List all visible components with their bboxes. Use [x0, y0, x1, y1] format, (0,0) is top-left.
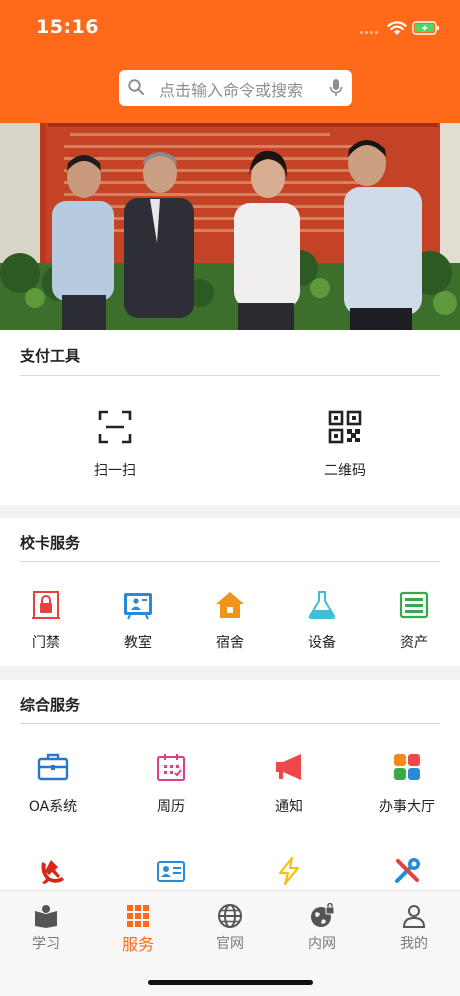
search-bar[interactable]: 点击输入命令或搜索 — [119, 70, 352, 106]
qrcode-label: 二维码 — [324, 463, 366, 479]
grid-apps-icon — [394, 754, 420, 780]
lock-icon — [32, 591, 60, 619]
tab-service[interactable]: 服务 — [92, 903, 184, 955]
banner-photo[interactable] — [0, 123, 460, 330]
tab-website[interactable]: 官网 — [184, 903, 276, 953]
party-emblem-icon — [41, 860, 64, 884]
tab-website-label: 官网 — [216, 936, 244, 952]
tab-study-label: 学习 — [32, 936, 60, 952]
dorm-house-icon — [216, 592, 244, 618]
service-hall-button[interactable]: 办事大厅 — [362, 752, 452, 816]
flask-icon — [308, 591, 336, 619]
tab-intranet-label: 内网 — [308, 936, 336, 952]
megaphone-icon — [276, 754, 301, 780]
scan-icon — [98, 410, 132, 444]
tab-study[interactable]: 学习 — [0, 903, 92, 953]
home-indicator[interactable] — [148, 980, 313, 985]
wifi-icon — [387, 21, 407, 35]
party-building-button[interactable] — [8, 856, 98, 886]
qrcode-button[interactable]: 二维码 — [285, 410, 405, 480]
briefcase-icon — [37, 753, 69, 781]
service-hall-label: 办事大厅 — [379, 799, 435, 815]
classroom-icon — [124, 593, 152, 620]
globe-icon — [218, 904, 242, 928]
weekly-calendar-button[interactable]: 周历 — [126, 752, 216, 816]
calendar-icon — [157, 754, 185, 781]
notice-button[interactable]: 通知 — [244, 752, 334, 816]
person-icon — [402, 905, 426, 928]
section-title-general: 综合服务 — [20, 696, 81, 714]
general-services-section: 综合服务 OA系统 周历 通知 办事大厅 — [0, 680, 460, 890]
section-title-pay-tools: 支付工具 — [20, 347, 81, 365]
energy-button[interactable] — [244, 856, 334, 886]
access-control-button[interactable]: 门禁 — [6, 590, 86, 652]
study-icon — [35, 905, 57, 928]
id-card-icon — [157, 861, 185, 882]
tab-service-label: 服务 — [121, 935, 154, 954]
pay-tools-section: 支付工具 扫一扫 二维码 — [0, 330, 460, 505]
weekly-calendar-label: 周历 — [157, 799, 185, 815]
search-icon — [128, 79, 144, 95]
app-header: 15:16 点击输入命令或搜索 — [0, 0, 460, 123]
search-input[interactable]: 点击输入命令或搜索 — [159, 77, 303, 101]
oa-system-button[interactable]: OA系统 — [8, 752, 98, 816]
service-grid-icon — [127, 905, 149, 927]
repair-button[interactable] — [362, 856, 452, 886]
scan-label: 扫一扫 — [94, 463, 136, 479]
classroom-button[interactable]: 教室 — [98, 590, 178, 652]
divider — [20, 723, 440, 724]
scan-button[interactable]: 扫一扫 — [55, 410, 175, 480]
battery-charging-icon — [412, 21, 439, 35]
microphone-icon[interactable] — [329, 78, 343, 98]
campus-card-section: 校卡服务 门禁 教室 宿舍 设备 资产 — [0, 518, 460, 666]
assets-label: 资产 — [400, 635, 428, 651]
signal-dots-icon — [360, 31, 382, 35]
classroom-label: 教室 — [124, 635, 152, 651]
divider — [20, 375, 440, 376]
section-title-campus-card: 校卡服务 — [20, 534, 81, 552]
qrcode-icon — [328, 410, 362, 444]
oa-system-label: OA系统 — [28, 799, 78, 815]
asset-list-icon — [399, 591, 429, 619]
divider — [20, 561, 440, 562]
access-control-label: 门禁 — [32, 635, 60, 651]
intranet-icon — [311, 903, 335, 927]
equipment-label: 设备 — [308, 635, 336, 651]
equipment-button[interactable]: 设备 — [282, 590, 362, 652]
status-time: 15:16 — [36, 16, 99, 38]
tab-mine[interactable]: 我的 — [368, 903, 460, 953]
lightning-icon — [278, 856, 300, 886]
dorm-label: 宿舍 — [216, 635, 244, 651]
dorm-button[interactable]: 宿舍 — [190, 590, 270, 652]
tab-intranet[interactable]: 内网 — [276, 903, 368, 953]
tab-mine-label: 我的 — [400, 936, 428, 952]
id-card-button[interactable] — [126, 856, 216, 886]
tools-icon — [395, 858, 420, 883]
notice-label: 通知 — [275, 799, 303, 815]
assets-button[interactable]: 资产 — [374, 590, 454, 652]
